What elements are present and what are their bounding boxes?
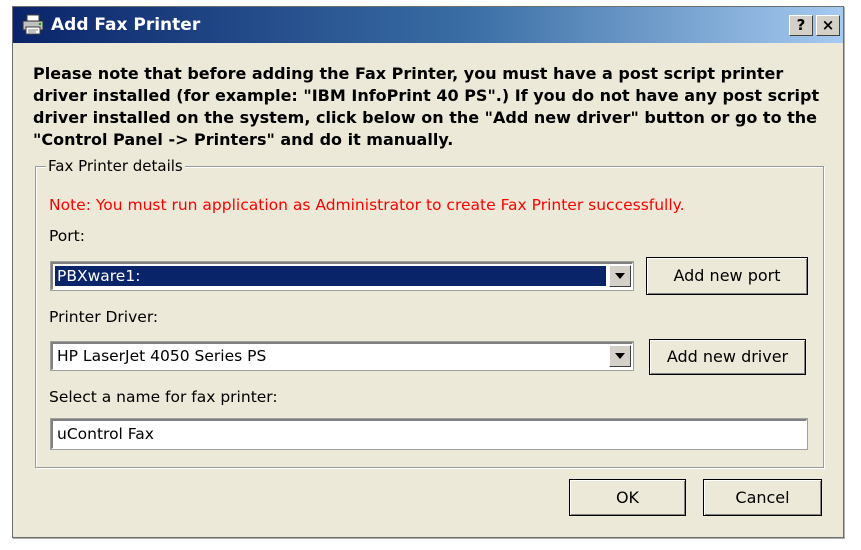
printer-driver-select[interactable]: HP LaserJet 4050 Series PS [50, 341, 634, 371]
add-new-driver-button[interactable]: Add new driver [649, 339, 806, 375]
port-select[interactable]: PBXware1: [50, 261, 634, 291]
printer-icon [22, 14, 44, 35]
port-select-value: PBXware1: [55, 266, 606, 286]
group-legend: Fax Printer details [46, 156, 185, 176]
cancel-button[interactable]: Cancel [703, 479, 822, 516]
ok-button[interactable]: OK [569, 479, 686, 516]
printer-driver-select-value: HP LaserJet 4050 Series PS [57, 347, 267, 365]
window-title: Add Fax Printer [51, 15, 201, 35]
chevron-down-icon [615, 353, 625, 359]
fax-printer-name-input[interactable]: uControl Fax [50, 418, 808, 450]
fax-printer-name-label: Select a name for fax printer: [49, 388, 278, 406]
title-bar[interactable]: Add Fax Printer ? × [13, 7, 843, 43]
add-fax-printer-dialog: Add Fax Printer ? × Please note that bef… [12, 6, 844, 538]
printer-driver-dropdown-button[interactable] [609, 345, 631, 367]
port-dropdown-button[interactable] [609, 265, 631, 287]
printer-driver-label: Printer Driver: [49, 308, 159, 326]
help-button[interactable]: ? [789, 15, 813, 36]
port-label: Port: [49, 227, 85, 245]
chevron-down-icon [615, 273, 625, 279]
close-button[interactable]: × [816, 15, 840, 36]
add-new-port-button[interactable]: Add new port [646, 257, 808, 295]
administrator-note: Note: You must run application as Admini… [49, 196, 685, 214]
intro-text: Please note that before adding the Fax P… [33, 64, 820, 149]
